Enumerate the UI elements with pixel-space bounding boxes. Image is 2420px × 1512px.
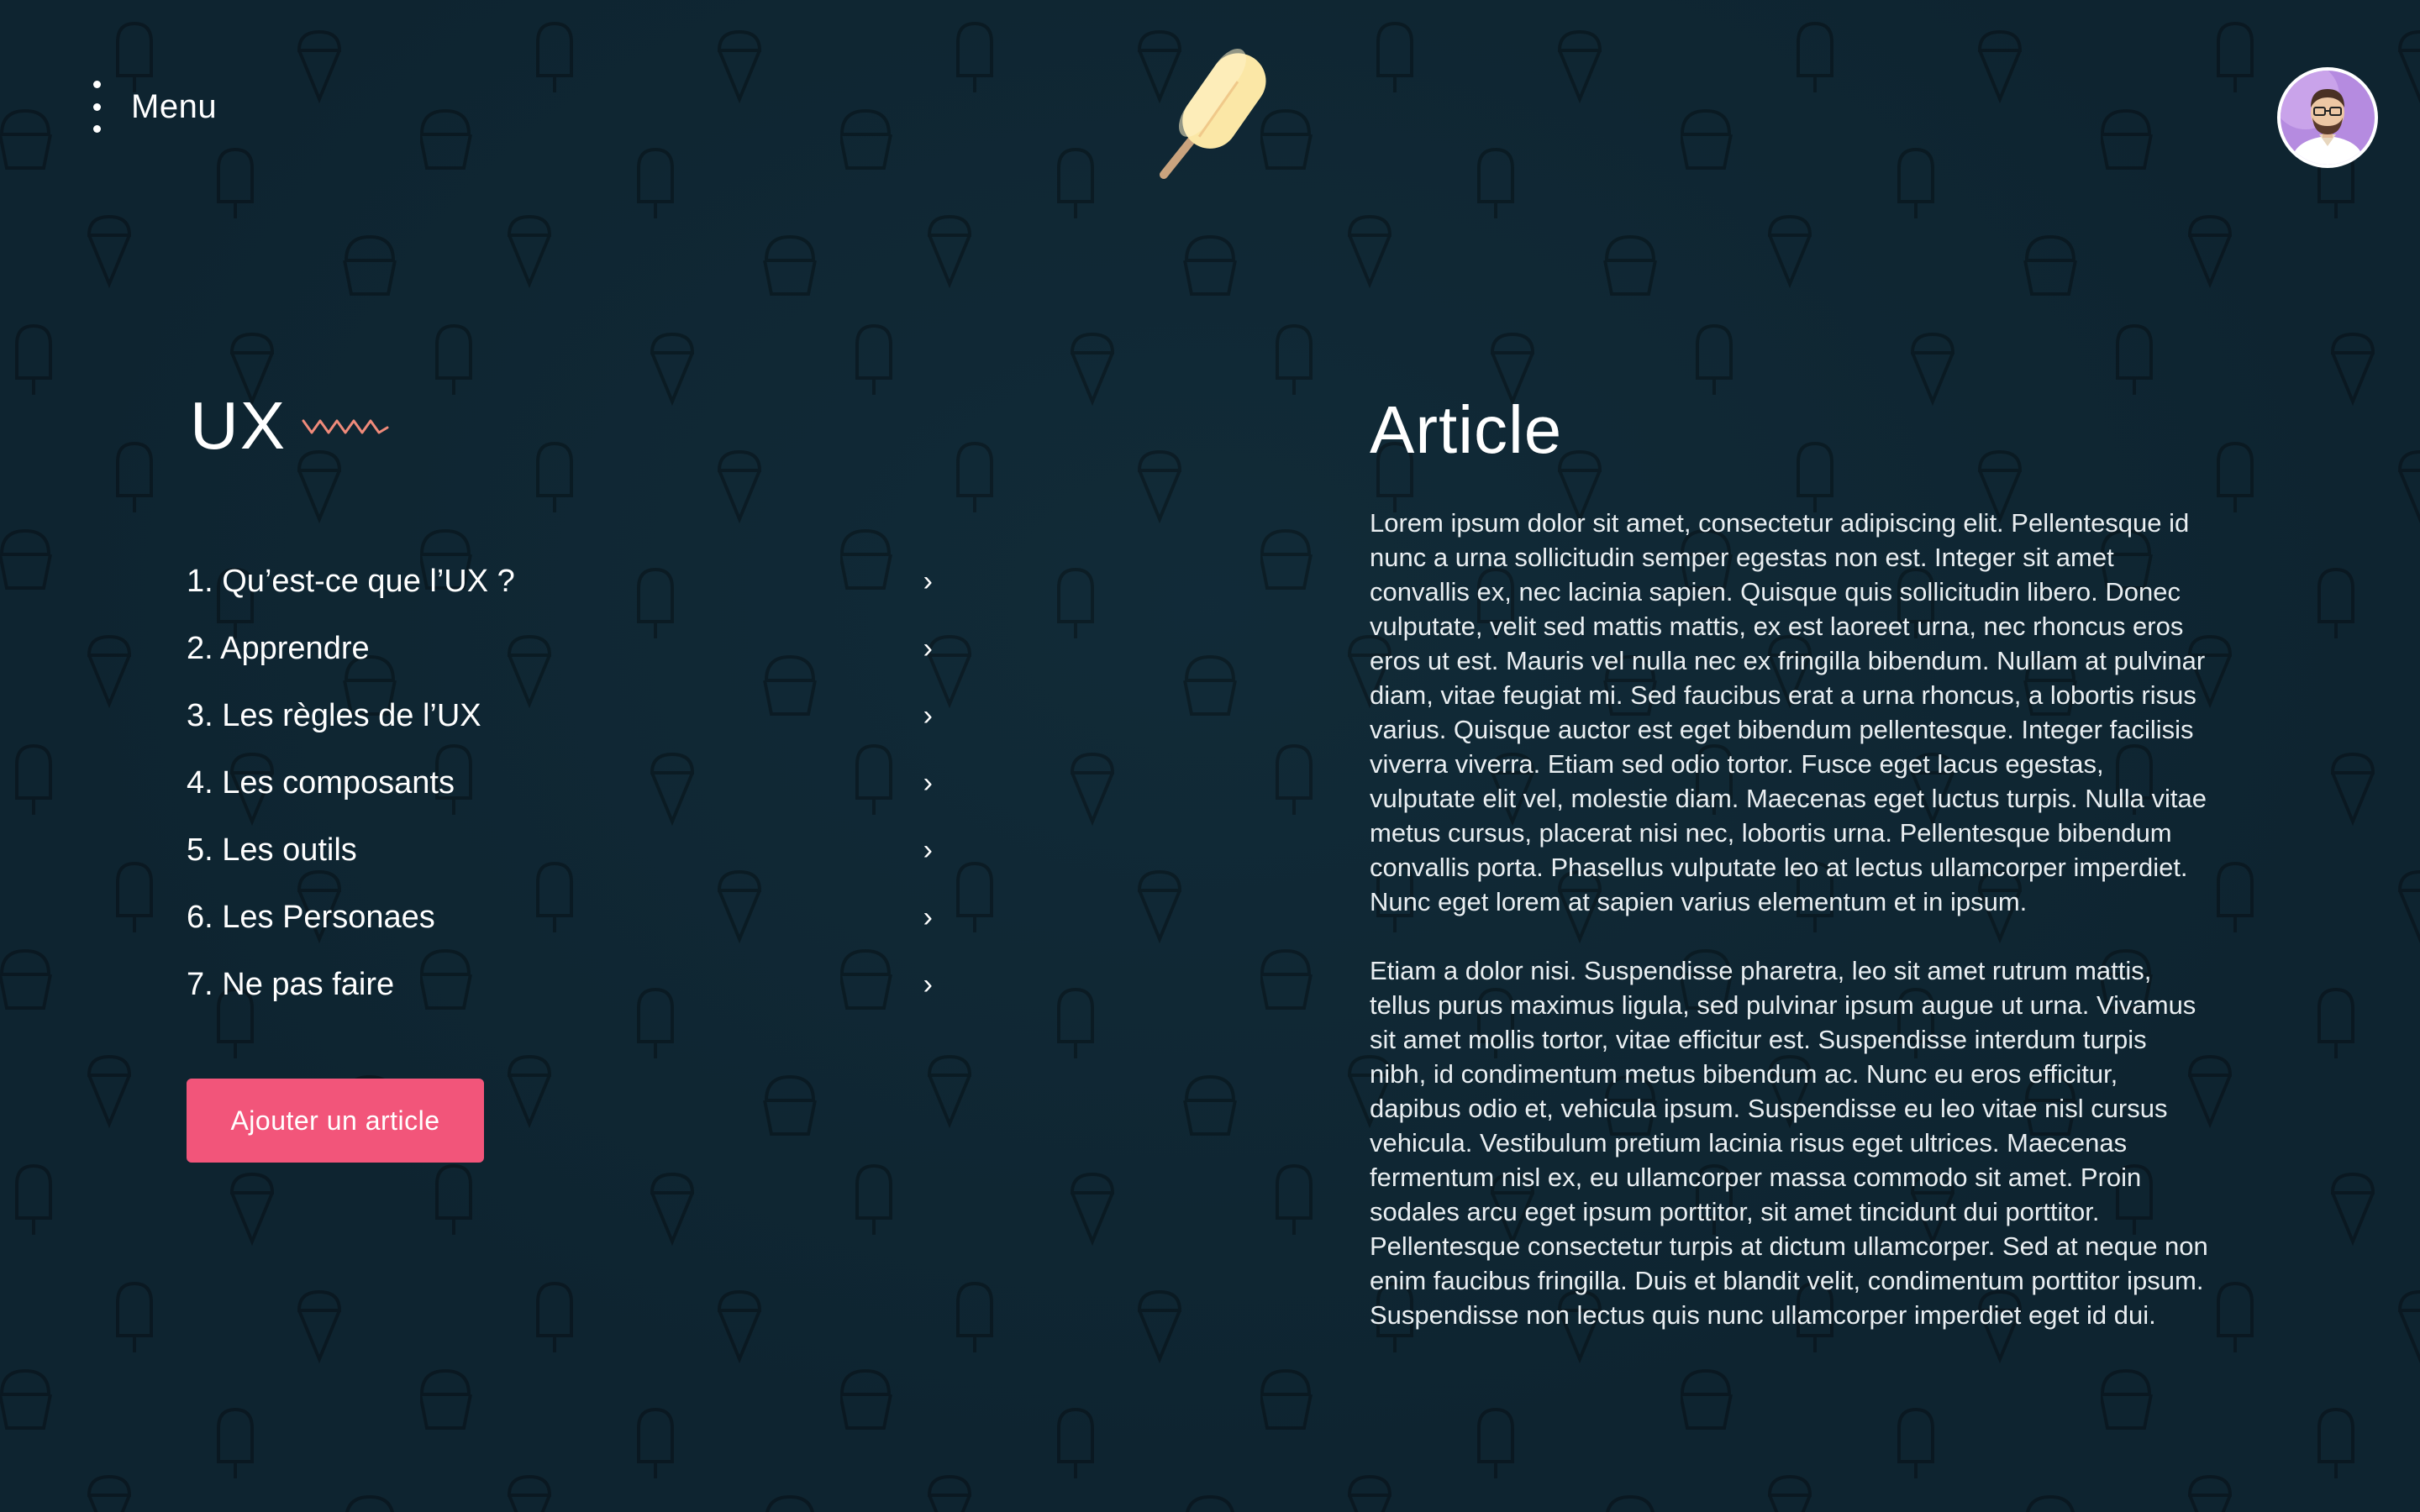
zigzag-icon (302, 419, 389, 434)
toc-item-label: 2. Apprendre (187, 630, 370, 666)
section-heading: UX (190, 388, 389, 464)
article-paragraph: Lorem ipsum dolor sit amet, consectetur … (1370, 508, 2207, 916)
toc-item-5[interactable]: 5. Les outils › (187, 816, 933, 884)
user-avatar[interactable] (2277, 67, 2378, 168)
table-of-contents: 1. Qu’est-ce que l’UX ? › 2. Apprendre ›… (187, 548, 933, 1018)
toc-item-label: 1. Qu’est-ce que l’UX ? (187, 563, 515, 599)
chevron-right-icon: › (923, 968, 933, 1000)
popsicle-logo[interactable] (1147, 42, 1281, 185)
chevron-right-icon: › (923, 833, 933, 866)
chevron-right-icon: › (923, 900, 933, 933)
toc-item-4[interactable]: 4. Les composants › (187, 749, 933, 816)
toc-item-label: 5. Les outils (187, 832, 357, 868)
toc-item-6[interactable]: 6. Les Personaes › (187, 884, 933, 951)
toc-item-label: 3. Les règles de l’UX (187, 697, 481, 733)
add-article-button[interactable]: Ajouter un article (187, 1079, 484, 1163)
toc-item-3[interactable]: 3. Les règles de l’UX › (187, 682, 933, 749)
kebab-menu-icon (91, 81, 103, 133)
article-title: Article (1370, 392, 1563, 467)
toc-item-label: 6. Les Personaes (187, 899, 435, 935)
toc-item-7[interactable]: 7. Ne pas faire › (187, 951, 933, 1018)
toc-item-label: 4. Les composants (187, 764, 455, 801)
chevron-right-icon: › (923, 632, 933, 664)
chevron-right-icon: › (923, 699, 933, 732)
article-paragraph: Etiam a dolor nisi. Suspendisse pharetra… (1370, 956, 2208, 1330)
toc-item-2[interactable]: 2. Apprendre › (187, 615, 933, 682)
chevron-right-icon: › (923, 564, 933, 597)
toc-item-1[interactable]: 1. Qu’est-ce que l’UX ? › (187, 548, 933, 615)
toc-item-label: 7. Ne pas faire (187, 966, 395, 1002)
menu-label: Menu (131, 87, 218, 125)
article-panel: Article Lorem ipsum dolor sit amet, cons… (1370, 388, 2210, 1332)
chevron-right-icon: › (923, 766, 933, 799)
menu-button[interactable]: Menu (91, 77, 217, 136)
section-title: UX (190, 388, 287, 463)
